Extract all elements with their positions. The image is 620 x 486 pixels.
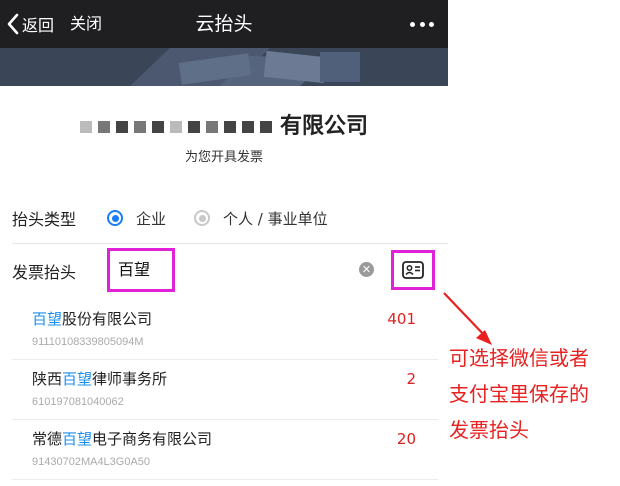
list-item[interactable]: 常德百望电子商务有限公司 91430702MA4L3G0A50 20 [12, 420, 438, 480]
annotation-text: 可选择微信或者 支付宝里保存的 发票抬头 [449, 340, 619, 448]
clear-icon[interactable]: ✕ [359, 262, 374, 277]
invoice-title-row: 发票抬头 百望 ✕ [12, 248, 444, 292]
list-item[interactable]: 陕西百望律师事务所 610197081040062 2 [12, 360, 438, 420]
page-title: 云抬头 [195, 13, 253, 35]
item-tax-code: 91430702MA4L3G0A50 [32, 456, 151, 468]
radio-enterprise[interactable]: 企业 [107, 208, 166, 229]
radio-checked-icon [107, 210, 123, 226]
close-button[interactable]: 关闭 [70, 11, 102, 37]
title-type-label: 抬头类型 [12, 210, 77, 229]
invoice-title-label: 发票抬头 [12, 263, 77, 282]
card-icon [402, 261, 424, 279]
item-name: 百望股份有限公司 [32, 310, 153, 328]
back-button[interactable]: 返回 [6, 11, 54, 37]
item-count: 401 [387, 310, 416, 328]
banner-pattern [0, 48, 448, 86]
invoice-title-input[interactable]: 百望 [107, 248, 175, 292]
radio-personal[interactable]: 个人 / 事业单位 [194, 208, 328, 229]
card-button[interactable] [391, 250, 435, 290]
annotation-line: 可选择微信或者 [449, 346, 589, 370]
item-name-highlight: 百望 [62, 370, 93, 388]
company-name-suffix: 有限公司 [279, 114, 368, 139]
item-name-highlight: 百望 [62, 430, 93, 448]
company-name: 有限公司 [0, 112, 448, 142]
radio-disabled-icon [194, 210, 211, 226]
item-name: 常德百望电子商务有限公司 [32, 430, 213, 448]
more-dots-icon[interactable] [406, 14, 438, 34]
title-type-row: 抬头类型 企业 个人 / 事业单位 [12, 198, 444, 238]
item-count: 20 [396, 430, 416, 448]
suggestion-list: 百望股份有限公司 91110108339805094M 401 陕西百望律师事务… [12, 300, 438, 480]
subtitle: 为您开具发票 [184, 150, 263, 165]
divider [12, 243, 448, 244]
nav-bar: 返回 关闭 云抬头 [0, 0, 448, 48]
item-tax-code: 91110108339805094M [32, 336, 144, 348]
annotation-line: 支付宝里保存的 [449, 382, 589, 406]
radio-personal-label: 个人 / 事业单位 [223, 209, 328, 228]
phone-screen: 返回 关闭 云抬头 有限公司 为您开具发票 抬头类型 企业 个人 / 事业单位 [0, 0, 448, 486]
item-tax-code: 610197081040062 [32, 396, 124, 408]
item-name-highlight: 百望 [32, 310, 63, 328]
item-name: 陕西百望律师事务所 [32, 370, 168, 388]
back-label: 返回 [22, 16, 55, 35]
chevron-left-icon [7, 13, 19, 35]
header-banner [0, 48, 448, 86]
item-count: 2 [406, 370, 416, 388]
redacted-name [79, 121, 278, 133]
list-item[interactable]: 百望股份有限公司 91110108339805094M 401 [12, 300, 438, 360]
annotation-line: 发票抬头 [449, 418, 529, 442]
radio-enterprise-label: 企业 [136, 209, 167, 228]
